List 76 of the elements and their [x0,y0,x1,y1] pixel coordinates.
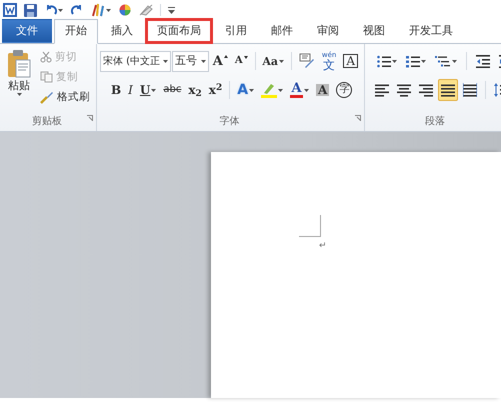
eraser-button[interactable] [138,2,154,18]
caret-icon [249,88,254,92]
spell-pen-icon [298,53,315,69]
ribbon-tab[interactable]: 插入 [100,19,144,43]
align-right-icon [419,83,433,97]
ribbon-tab[interactable]: 视图 [352,19,396,43]
bullet-list-icon [377,54,391,68]
align-center-icon [397,83,411,97]
file-tab[interactable]: 文件 [2,19,52,43]
align-justify-icon [441,83,455,97]
caret-icon [304,88,310,92]
ribbon-tab[interactable]: 开发工具 [398,19,464,43]
color-wheel-icon [119,4,131,16]
caret-icon [279,60,284,62]
caret-icon [421,60,426,62]
font-name-field[interactable]: 宋体 (中文正 [100,50,172,72]
word-logo-icon [3,3,17,17]
customize-icon [168,6,175,14]
align-left-icon [375,83,389,97]
redo-icon [71,4,83,16]
down-caret-icon [244,56,248,59]
ribbon-tab[interactable]: 开始 [54,19,98,44]
character-border-button[interactable]: A [340,50,362,72]
paragraph-mark: ↵ [319,240,327,253]
grow-font-button[interactable]: A [210,50,231,72]
bold-button[interactable]: B [108,79,124,101]
font-color-button[interactable]: A [287,79,312,101]
paste-button[interactable]: 粘贴 [3,49,35,109]
ribbon-tab[interactable]: 页面布局 [146,19,212,43]
save-icon [24,4,37,16]
pens-button[interactable] [90,2,112,18]
format-painter-button[interactable]: 格式刷 [37,87,93,107]
ribbon-tab[interactable]: 审阅 [306,19,350,43]
undo-icon [45,4,57,16]
strikethrough-button[interactable]: abc [160,79,184,101]
font-size-field[interactable]: 五号 [172,50,209,72]
outdent-icon [476,54,490,68]
brush-icon [40,90,54,104]
caret-icon [200,60,206,62]
caret-icon [278,88,284,92]
italic-button[interactable]: I [125,79,136,101]
multilevel-list-icon [435,54,451,68]
align-distributed-icon [463,83,477,97]
group-label: 剪贴板 [31,114,63,129]
color-wheel-button[interactable] [118,2,132,18]
numbered-list-icon [406,54,420,68]
caret-icon [58,8,63,12]
underline-button[interactable]: U [136,79,160,101]
dialog-launcher-icon [87,115,93,122]
text-effect-button[interactable]: A [234,79,258,101]
highlighter-icon [261,82,278,98]
superscript-button[interactable]: x$^{2}$ [206,79,226,101]
character-shading-button[interactable]: A [313,79,332,101]
clipboard-icon [7,50,31,78]
caret-icon [151,88,156,92]
margin-corner-icon [299,215,321,237]
caret-icon [16,93,22,96]
change-case-button[interactable]: Aa [259,50,288,72]
subscript-button[interactable]: x$_{2}$ [185,79,205,101]
caret-icon [392,60,397,62]
shrink-font-button[interactable]: A [232,50,251,72]
save-button[interactable] [23,2,38,18]
copy-icon [40,71,53,83]
caret-icon [106,8,111,12]
dialog-launcher-icon [355,115,361,122]
scissors-icon [40,51,52,63]
pens-icon [91,3,105,17]
ribbon-tab[interactable]: 邮件 [260,19,304,43]
caret-icon [452,60,457,62]
caret-icon [163,60,168,62]
group-label: 字体 [218,114,240,129]
ribbon-tab[interactable]: 引用 [214,19,258,43]
up-caret-icon [224,55,228,58]
group-label: 段落 [425,114,445,129]
align-justify-button[interactable] [438,79,458,101]
eraser-icon [139,4,153,16]
